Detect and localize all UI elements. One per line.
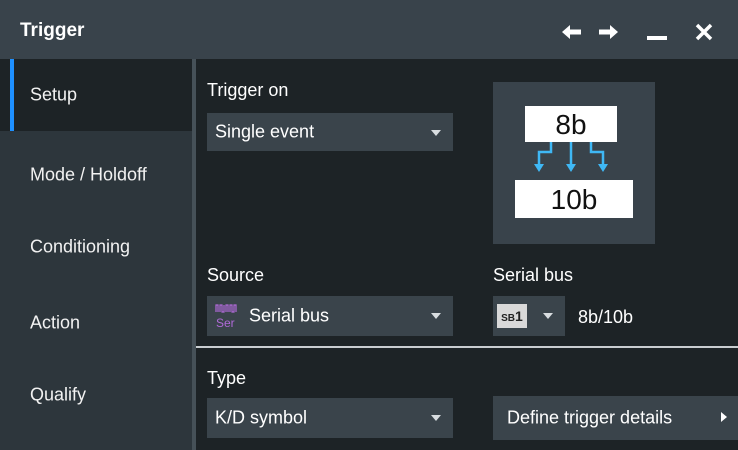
title-bar: Trigger bbox=[0, 0, 738, 59]
sidebar-item-label: Mode / Holdoff bbox=[30, 164, 147, 185]
minimize-icon[interactable] bbox=[646, 23, 668, 41]
active-indicator bbox=[10, 59, 14, 131]
type-value: K/D symbol bbox=[215, 407, 308, 428]
chevron-right-icon bbox=[721, 412, 727, 422]
trigger-on-dropdown[interactable]: Single event bbox=[207, 113, 453, 151]
sidebar-divider bbox=[192, 59, 196, 450]
serial-bus-selector[interactable]: SB1 bbox=[493, 296, 565, 336]
window-title: Trigger bbox=[20, 20, 85, 41]
sidebar: Setup Mode / Holdoff Conditioning Action… bbox=[0, 59, 192, 450]
diagram-top-text: 8b bbox=[555, 109, 586, 140]
diagram-bottom-text: 10b bbox=[551, 184, 598, 215]
sidebar-item-qualify[interactable]: Qualify bbox=[0, 359, 192, 431]
define-trigger-details-label: Define trigger details bbox=[507, 407, 673, 428]
define-trigger-details-button[interactable]: Define trigger details bbox=[493, 396, 738, 440]
encoding-diagram: 8b 10b bbox=[493, 82, 655, 244]
chevron-down-icon bbox=[543, 313, 553, 319]
sidebar-item-label: Action bbox=[30, 312, 81, 333]
section-divider bbox=[196, 346, 738, 348]
chevron-down-icon bbox=[431, 313, 441, 319]
sidebar-item-label: Conditioning bbox=[30, 236, 131, 257]
arrow-right-icon[interactable] bbox=[598, 23, 620, 41]
source-dropdown[interactable]: Ser Serial bus bbox=[207, 296, 453, 336]
serial-bus-icon: Ser bbox=[215, 304, 237, 330]
type-dropdown[interactable]: K/D symbol bbox=[207, 398, 453, 438]
8b10b-diagram-icon: 8b 10b bbox=[515, 106, 633, 218]
sidebar-item-conditioning[interactable]: Conditioning bbox=[0, 211, 192, 283]
arrow-left-icon[interactable] bbox=[560, 23, 582, 41]
type-label: Type bbox=[207, 368, 247, 388]
trigger-on-value: Single event bbox=[215, 121, 315, 142]
sidebar-item-action[interactable]: Action bbox=[0, 287, 192, 359]
serial-bus-protocol: 8b/10b bbox=[578, 307, 634, 327]
source-value: Serial bus bbox=[249, 305, 330, 326]
sidebar-item-label: Setup bbox=[30, 84, 78, 105]
sidebar-item-mode-holdoff[interactable]: Mode / Holdoff bbox=[0, 139, 192, 211]
chevron-down-icon bbox=[431, 415, 441, 421]
serial-bus-label: Serial bus bbox=[493, 265, 574, 285]
sidebar-item-setup[interactable]: Setup bbox=[0, 59, 192, 131]
chevron-down-icon bbox=[431, 130, 441, 136]
serial-bus-badge: SB1 bbox=[497, 304, 527, 328]
sidebar-item-label: Qualify bbox=[30, 384, 87, 405]
trigger-on-label: Trigger on bbox=[207, 80, 289, 100]
close-icon[interactable] bbox=[695, 23, 713, 41]
source-label: Source bbox=[207, 265, 265, 285]
serial-icon-text: Ser bbox=[216, 316, 235, 330]
